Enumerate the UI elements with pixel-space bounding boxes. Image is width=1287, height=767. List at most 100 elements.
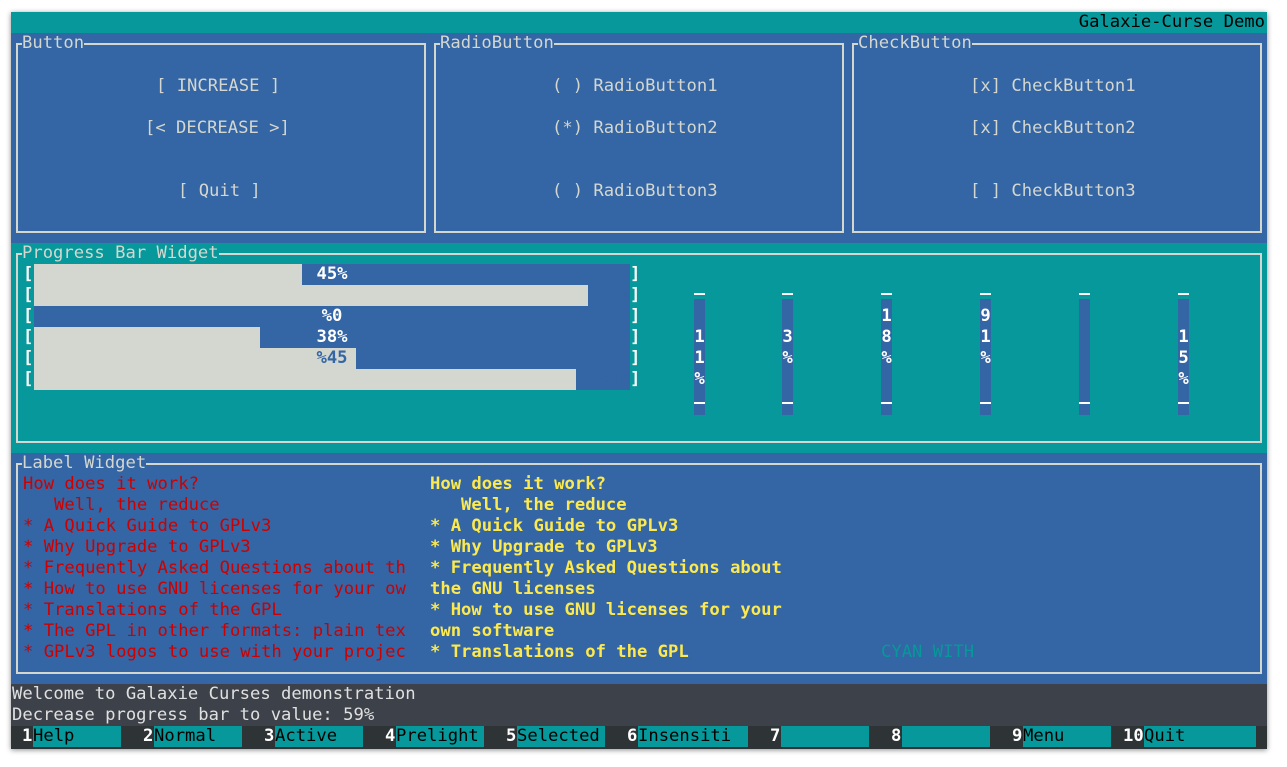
fkey-number: 5	[506, 726, 517, 746]
vertical-progress-bar	[1079, 299, 1090, 415]
progress-frame-title: Progress Bar Widget	[22, 243, 219, 264]
fkey-10[interactable]: 10 Quit	[1122, 726, 1267, 747]
increase-button[interactable]: [ INCREASE ]	[156, 76, 280, 97]
vbar-char: 8	[881, 327, 892, 347]
fkey-label: Quit	[1144, 726, 1256, 747]
progress-bar-track: 45%	[34, 264, 630, 285]
function-key-bar: 1 Help 2 Normal 3 Active 4 Prelight 5 Selected 6 In…	[11, 726, 1267, 749]
fkey-number: 8	[891, 726, 902, 746]
label-frame-title: Label Widget	[22, 453, 147, 474]
radio-label: RadioButton1	[593, 76, 718, 96]
status-line-2: Decrease progress bar to value: 59%	[12, 705, 375, 725]
fkey-number: 1	[22, 726, 33, 746]
progress-bar-row: [%19]	[23, 369, 643, 390]
vbar-char: 1	[980, 327, 991, 347]
check-button-2[interactable]: [x] CheckButton2	[970, 118, 1136, 139]
terminal-window: Galaxie-Curse Demo Button [ INCREASE ] […	[11, 12, 1267, 749]
fkey-4[interactable]: 4 Prelight	[374, 726, 495, 747]
fkey-number: 2	[143, 726, 154, 746]
fkey-label: Prelight	[396, 726, 484, 747]
check-mark: [x]	[970, 76, 1002, 96]
radio-label: RadioButton2	[593, 118, 718, 138]
radio-button-2[interactable]: (*) RadioButton2	[552, 118, 718, 139]
vbar-cap-bottom	[782, 402, 793, 404]
vbar-cap-bottom	[980, 402, 991, 404]
red-label-line: * Translations of the GPL	[23, 600, 282, 620]
red-label-line: * A Quick Guide to GPLv3	[23, 516, 272, 536]
fkey-8[interactable]: 8	[880, 726, 1001, 747]
progress-bar-track: %45	[34, 348, 630, 369]
radio-frame: RadioButton ( ) RadioButton1 (*) RadioBu…	[434, 33, 844, 233]
check-button-1[interactable]: [x] CheckButton1	[970, 76, 1136, 97]
fkey-label	[781, 726, 869, 747]
title-bar: Galaxie-Curse Demo	[11, 12, 1267, 33]
progress-bar-text: 38%	[316, 327, 348, 347]
vbar-char: 5	[1178, 348, 1189, 368]
fkey-label: Active	[275, 726, 363, 747]
vbar-cap-top	[1178, 293, 1189, 295]
vbar-char: %	[782, 348, 793, 368]
red-label-line: * GPLv3 logos to use with your projec	[23, 642, 406, 662]
radio-label: RadioButton3	[593, 181, 718, 201]
vbar-cap-bottom	[881, 402, 892, 404]
check-button-3[interactable]: [ ] CheckButton3	[970, 181, 1136, 202]
vbar-cap-top	[694, 293, 705, 295]
progress-bar-track: %19	[34, 369, 630, 390]
fkey-number: 7	[770, 726, 781, 746]
vbar-cap-bottom	[1178, 402, 1189, 404]
bracket-close: ]	[630, 285, 641, 305]
status-area: Welcome to Galaxie Curses demonstration …	[11, 684, 1267, 726]
progress-panel: Progress Bar Widget [45%][93%][%0][38%][…	[11, 243, 1267, 453]
progress-bar-row: [%0]	[23, 306, 643, 327]
vbar-char: %	[980, 348, 991, 368]
check-label: CheckButton3	[1011, 181, 1136, 201]
bracket-open: [	[23, 348, 34, 368]
bracket-open: [	[23, 369, 34, 389]
fkey-9[interactable]: 9 Menu	[1001, 726, 1122, 747]
fkey-2[interactable]: 2 Normal	[132, 726, 253, 747]
bracket-close: ]	[630, 306, 641, 326]
check-frame: CheckButton [x] CheckButton1 [x] CheckBu…	[852, 33, 1262, 233]
progress-bar-track: 93%	[34, 285, 630, 306]
fkey-5[interactable]: 5 Selected	[495, 726, 616, 747]
radio-button-1[interactable]: ( ) RadioButton1	[552, 76, 718, 97]
radio-mark: ( )	[552, 76, 584, 96]
radio-mark: (*)	[552, 118, 584, 138]
radio-frame-title: RadioButton	[440, 33, 554, 54]
progress-bar-row: [93%]	[23, 285, 643, 306]
bracket-close: ]	[630, 264, 641, 284]
button-frame-title: Button	[22, 33, 85, 54]
fkey-number: 10	[1123, 726, 1144, 746]
red-label-line: * How to use GNU licenses for your ow	[23, 579, 406, 599]
decrease-button[interactable]: [< DECREASE >]	[145, 118, 290, 139]
red-label-line: * Frequently Asked Questions about th	[23, 558, 406, 578]
fkey-6[interactable]: 6 Insensiti	[616, 726, 759, 747]
bracket-close: ]	[630, 369, 641, 389]
fkey-3[interactable]: 3 Active	[253, 726, 374, 747]
fkey-label: Normal	[154, 726, 242, 747]
vbar-char: %	[1178, 369, 1189, 389]
vbar-cap-top	[881, 293, 892, 295]
check-frame-title: CheckButton	[858, 33, 972, 54]
check-label: CheckButton2	[1011, 118, 1136, 138]
vbar-char: 1	[694, 348, 705, 368]
bracket-close: ]	[630, 348, 641, 368]
red-label-line: How does it work?	[23, 474, 199, 494]
vbar-char: 1	[1178, 327, 1189, 347]
check-label: CheckButton1	[1011, 76, 1136, 96]
radio-button-3[interactable]: ( ) RadioButton3	[552, 181, 718, 202]
fkey-1[interactable]: 1 Help	[11, 726, 132, 747]
quit-button[interactable]: [ Quit ]	[178, 181, 261, 202]
fkey-number: 3	[264, 726, 275, 746]
fkey-7[interactable]: 7	[759, 726, 880, 747]
status-line-1: Welcome to Galaxie Curses demonstration	[12, 684, 416, 704]
bracket-open: [	[23, 285, 34, 305]
yellow-label-line: * Why Upgrade to GPLv3	[430, 537, 658, 557]
fkey-label: Menu	[1023, 726, 1111, 747]
check-mark: [x]	[970, 118, 1002, 138]
progress-bar-track: 38%	[34, 327, 630, 348]
button-frame: Button [ INCREASE ] [< DECREASE >] [ Qui…	[16, 33, 426, 233]
red-label-line: * Why Upgrade to GPLv3	[23, 537, 251, 557]
bracket-open: [	[23, 327, 34, 347]
app-title: Galaxie-Curse Demo	[1078, 12, 1265, 32]
